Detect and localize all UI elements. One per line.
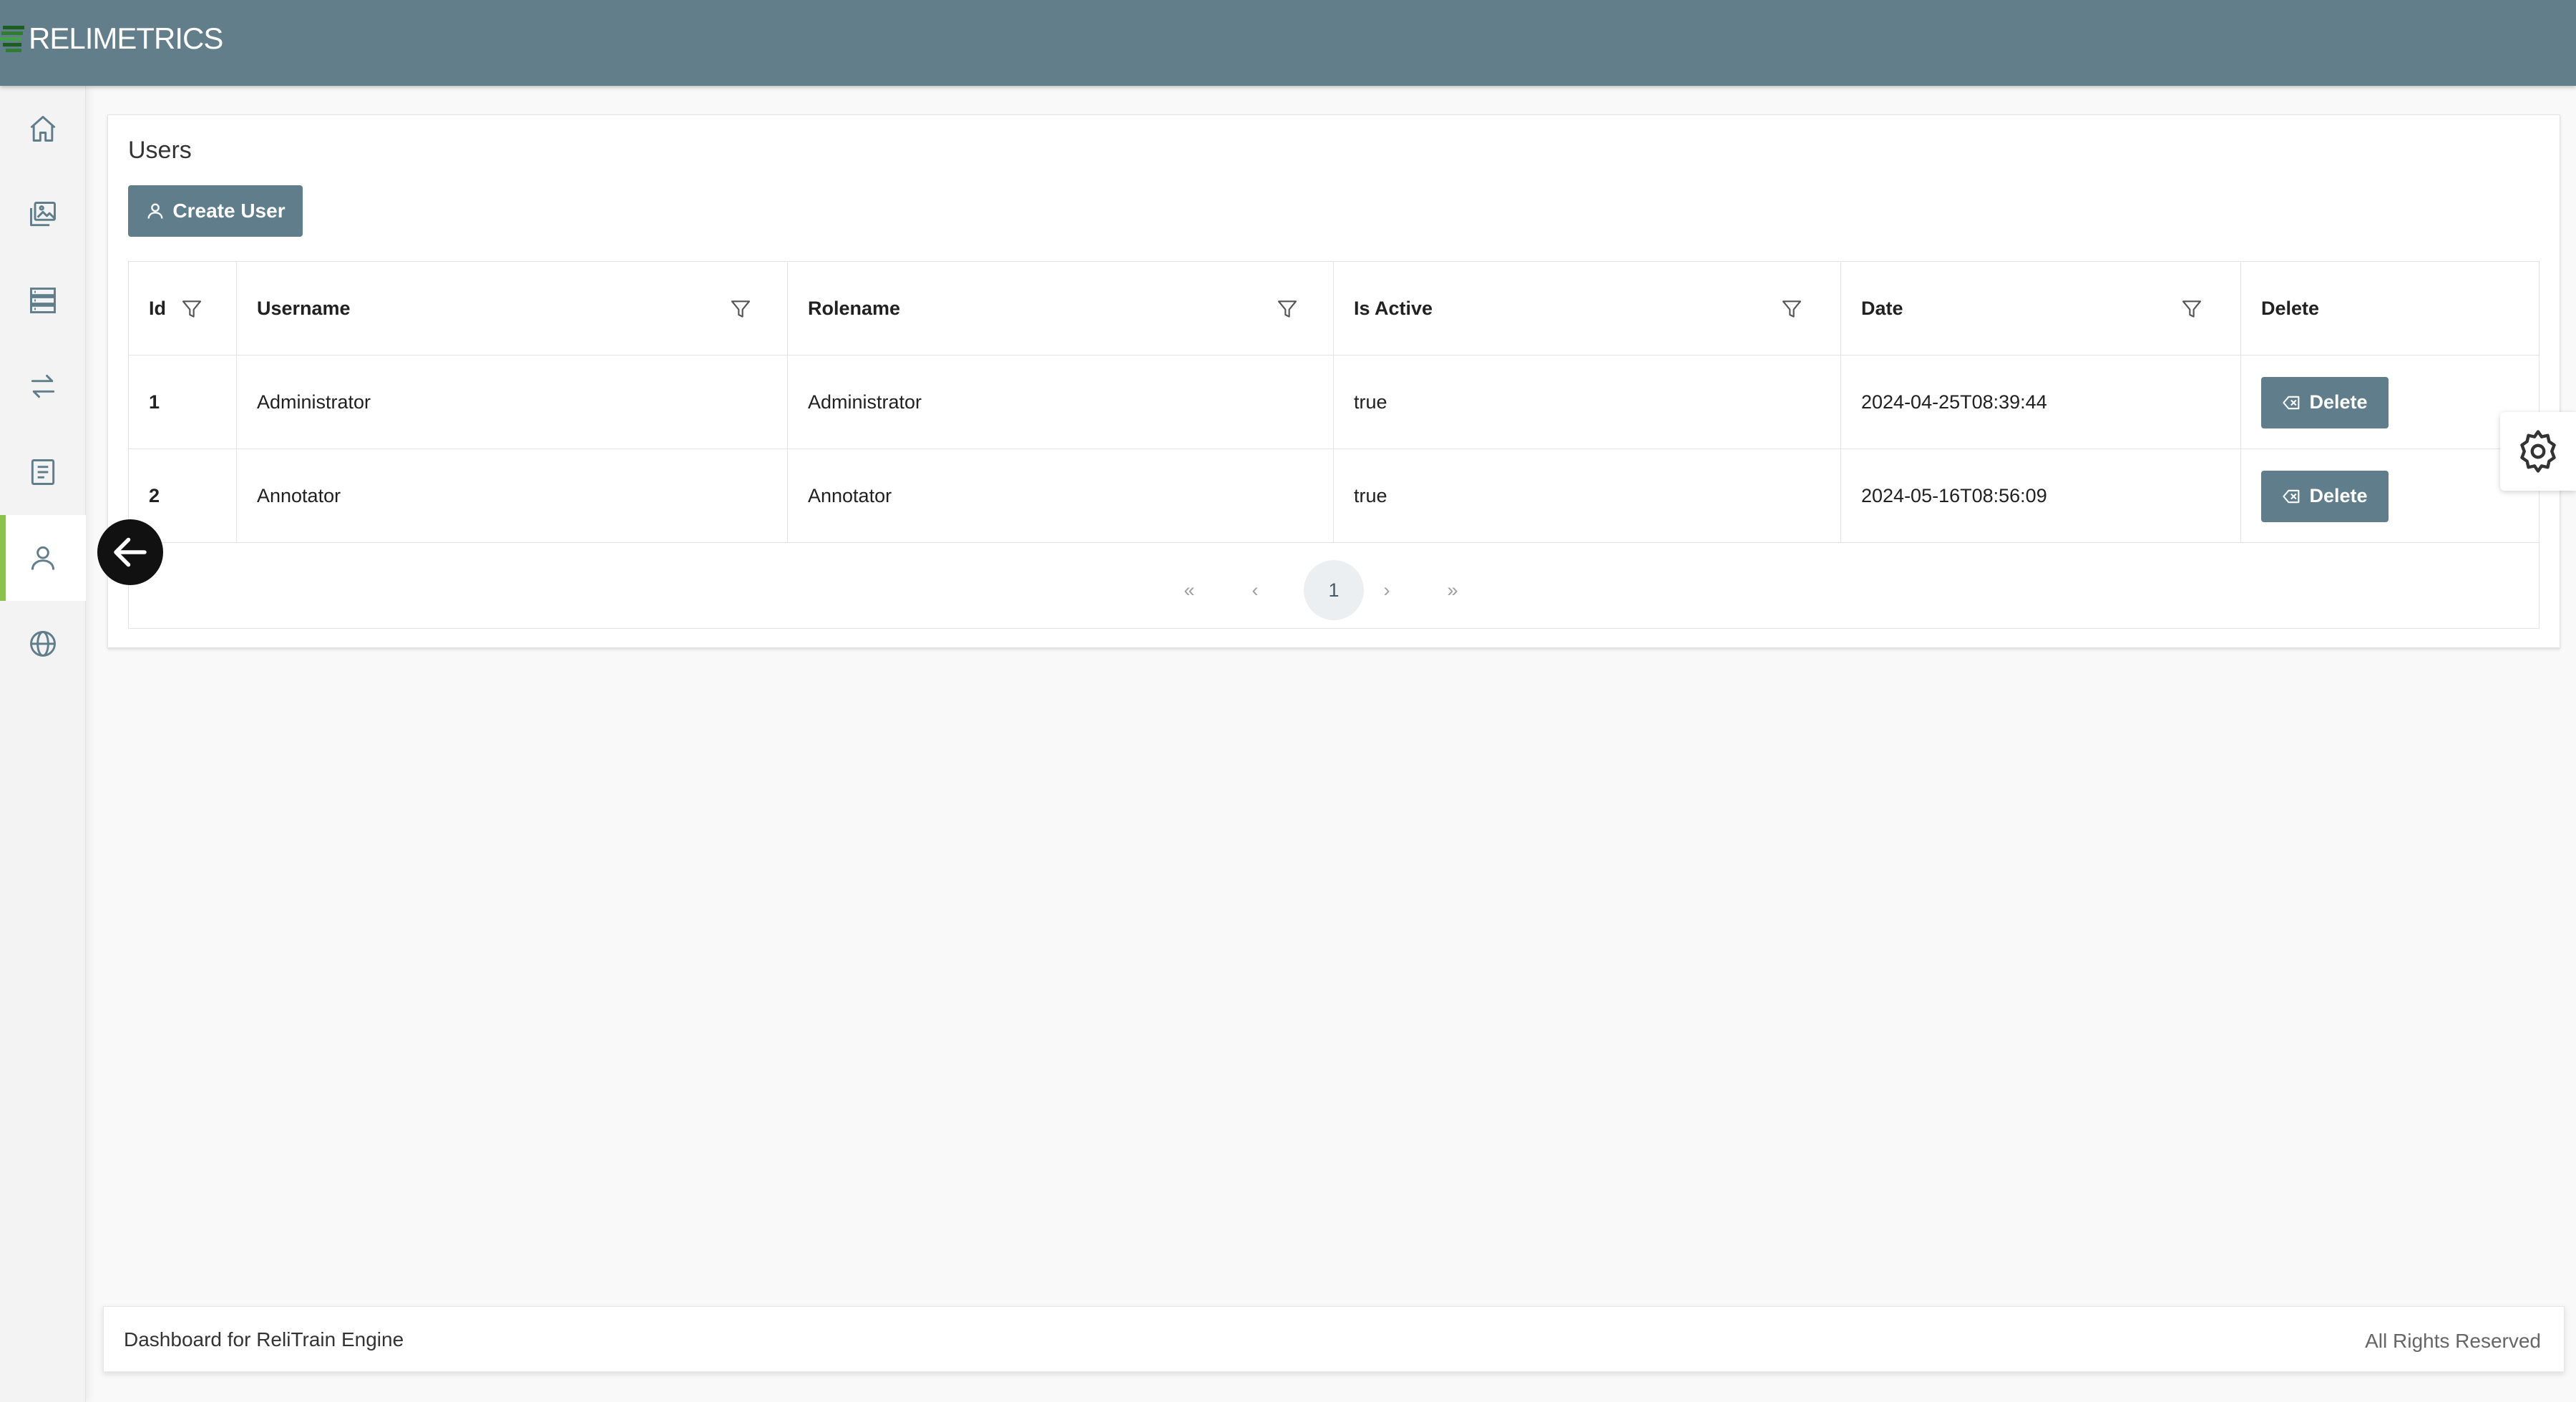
sidebar-item-datasets[interactable] [0,258,86,343]
logo-mark-icon [0,26,24,52]
settings-button[interactable] [2500,412,2576,491]
cell-id: 1 [129,356,237,449]
delete-button[interactable]: Delete [2261,376,2389,428]
column-header-id: Id [129,262,237,356]
sidebar-item-users[interactable] [0,515,86,601]
table-row: 1 Administrator Administrator true 2024-… [129,356,2540,449]
cell-delete: Delete [2241,356,2540,449]
backspace-icon [2283,396,2300,409]
column-header-label: Id [149,298,166,319]
column-header-label: Is Active [1354,298,1433,319]
top-bar: RELIMETRICS [0,0,2576,86]
page-number-button[interactable]: 1 [1304,560,1364,620]
column-header-username: Username [237,262,788,356]
column-header-label: Rolename [808,298,901,319]
filter-icon[interactable] [1780,298,1803,320]
next-page-button[interactable]: › [1357,560,1417,620]
document-icon [31,459,55,485]
user-icon [31,546,55,570]
column-header-label: Date [1861,298,1903,319]
cell-rolename: Annotator [788,449,1334,543]
delete-button[interactable]: Delete [2261,470,2389,522]
filter-icon[interactable] [729,298,752,320]
cell-date: 2024-04-25T08:39:44 [1841,356,2241,449]
home-icon [30,116,56,142]
first-page-button[interactable]: « [1159,560,1219,620]
users-card: Users Create User Id Username Rolename I… [107,114,2560,648]
column-header-label: Username [257,298,351,319]
gear-icon [2520,430,2556,473]
footer-description: Dashboard for ReliTrain Engine [124,1328,404,1350]
delete-label: Delete [2309,391,2368,413]
cell-delete: Delete [2241,449,2540,543]
footer: Dashboard for ReliTrain Engine All Right… [103,1306,2565,1372]
brand-name: RELIMETRICS [29,21,223,55]
filter-icon[interactable] [180,298,203,320]
filter-icon[interactable] [1276,298,1299,320]
last-page-button[interactable]: » [1423,560,1483,620]
sidebar [0,86,86,1402]
cell-username: Administrator [237,356,788,449]
cell-username: Annotator [237,449,788,543]
sidebar-item-home[interactable] [0,86,86,172]
page-title: Users [128,137,192,164]
cell-is-active: true [1334,356,1841,449]
column-header-date: Date [1841,262,2241,356]
cell-is-active: true [1334,449,1841,543]
images-icon [30,202,56,227]
sidebar-item-images[interactable] [0,172,86,258]
cell-date: 2024-05-16T08:56:09 [1841,449,2241,543]
delete-label: Delete [2309,485,2368,506]
footer-rights: All Rights Reserved [2365,1330,2541,1352]
sidebar-item-documents[interactable] [0,429,86,515]
prev-page-button[interactable]: ‹ [1225,560,1285,620]
column-header-rolename: Rolename [788,262,1334,356]
users-table: Id Username Rolename Is Active Date Dele… [128,261,2540,629]
table-row: 2 Annotator Annotator true 2024-05-16T08… [129,449,2540,543]
globe-icon [30,631,56,657]
cell-rolename: Administrator [788,356,1334,449]
brand-logo[interactable]: RELIMETRICS [0,20,223,57]
arrow-left-icon [114,537,147,567]
create-user-label: Create User [172,200,286,222]
sidebar-item-transfer[interactable] [0,343,86,429]
collapse-sidebar-button[interactable] [97,519,163,585]
column-header-label: Delete [2261,298,2320,319]
column-header-delete: Delete [2241,262,2540,356]
filter-icon[interactable] [2180,298,2203,320]
create-user-button[interactable]: Create User [128,185,303,237]
backspace-icon [2283,489,2300,503]
sidebar-item-globe[interactable] [0,601,86,687]
user-icon [147,203,163,219]
transfer-icon [31,374,55,398]
datasets-icon [30,288,56,313]
column-header-is-active: Is Active [1334,262,1841,356]
pagination: « ‹ 1 › » [129,543,2540,629]
table-header-row: Id Username Rolename Is Active Date Dele… [129,262,2540,356]
